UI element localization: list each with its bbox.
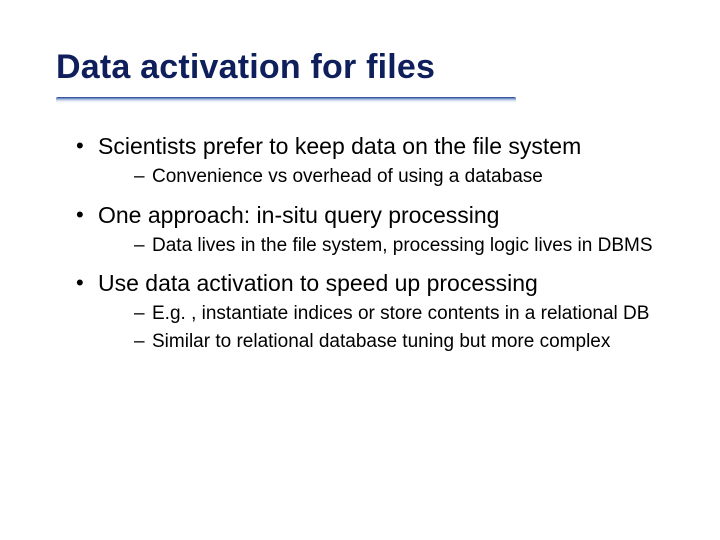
list-item-text: One approach: in-situ query processing bbox=[98, 202, 499, 228]
sub-list: E.g. , instantiate indices or store cont… bbox=[98, 301, 664, 354]
slide: Data activation for files Scientists pre… bbox=[0, 0, 720, 540]
list-item: One approach: in-situ query processing D… bbox=[76, 200, 664, 259]
slide-title: Data activation for files bbox=[56, 48, 664, 87]
title-underline bbox=[56, 97, 516, 103]
list-item-text: Scientists prefer to keep data on the fi… bbox=[98, 133, 581, 159]
sub-list: Convenience vs overhead of using a datab… bbox=[98, 164, 664, 190]
list-item: Use data activation to speed up processi… bbox=[76, 268, 664, 354]
sub-list-item: Convenience vs overhead of using a datab… bbox=[134, 164, 664, 190]
sub-list-item: Data lives in the file system, processin… bbox=[134, 233, 664, 259]
list-item: Scientists prefer to keep data on the fi… bbox=[76, 131, 664, 190]
sub-list: Data lives in the file system, processin… bbox=[98, 233, 664, 259]
bullet-list: Scientists prefer to keep data on the fi… bbox=[56, 131, 664, 355]
list-item-text: Use data activation to speed up processi… bbox=[98, 270, 538, 296]
sub-list-item: E.g. , instantiate indices or store cont… bbox=[134, 301, 664, 327]
sub-list-item: Similar to relational database tuning bu… bbox=[134, 329, 664, 355]
